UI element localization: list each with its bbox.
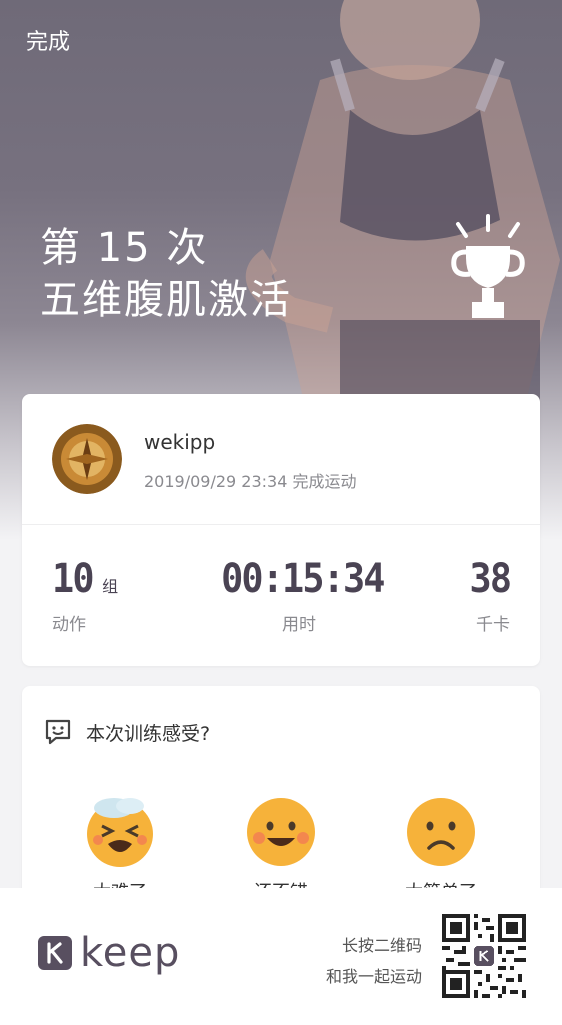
workout-title: 第 15 次 五维腹肌激活 bbox=[40, 222, 292, 326]
trophy-icon bbox=[451, 214, 525, 318]
stat-value: 00:15:34 bbox=[221, 556, 385, 602]
stat-calories: 38 千卡 bbox=[466, 556, 511, 635]
brand-name: keep bbox=[80, 930, 181, 976]
avatar[interactable] bbox=[52, 424, 122, 494]
exhausted-emoji-icon[interactable] bbox=[84, 796, 156, 868]
done-button[interactable]: 完成 bbox=[26, 24, 70, 56]
workout-count: 第 15 次 bbox=[40, 225, 209, 271]
divider bbox=[22, 524, 540, 525]
slogan-line: 长按二维码 bbox=[341, 936, 422, 955]
workout-name: 五维腹肌激活 bbox=[40, 277, 292, 323]
stat-label: 用时 bbox=[282, 615, 316, 635]
share-slogan: 长按二维码 和我一起运动 bbox=[326, 930, 422, 992]
stat-value: 10 bbox=[52, 556, 94, 602]
stat-label: 动作 bbox=[52, 615, 86, 635]
feedback-icon bbox=[45, 719, 71, 745]
username: wekipp bbox=[144, 430, 216, 454]
k-logo-icon bbox=[38, 936, 72, 970]
compass-avatar-icon bbox=[52, 424, 122, 494]
stat-duration: 00:15:34 用时 bbox=[214, 556, 385, 635]
stat-label: 千卡 bbox=[476, 615, 510, 635]
stat-actions: 10 组 动作 bbox=[52, 556, 118, 635]
keep-logo: keep bbox=[38, 930, 181, 976]
feeling-header: 本次训练感受? bbox=[44, 718, 210, 746]
completion-time: 2019/09/29 23:34 完成运动 bbox=[144, 472, 357, 491]
feeling-question: 本次训练感受? bbox=[86, 722, 211, 745]
stat-value: 38 bbox=[469, 556, 511, 602]
qr-code-icon[interactable] bbox=[442, 914, 526, 998]
happy-emoji-icon[interactable] bbox=[245, 796, 317, 868]
stat-unit: 组 bbox=[102, 577, 119, 596]
summary-card: wekipp 2019/09/29 23:34 完成运动 10 组 动作 00:1… bbox=[22, 394, 540, 666]
share-footer: keep 长按二维码 和我一起运动 bbox=[0, 888, 562, 1025]
slogan-line: 和我一起运动 bbox=[325, 967, 422, 986]
sad-emoji-icon[interactable] bbox=[405, 796, 477, 868]
